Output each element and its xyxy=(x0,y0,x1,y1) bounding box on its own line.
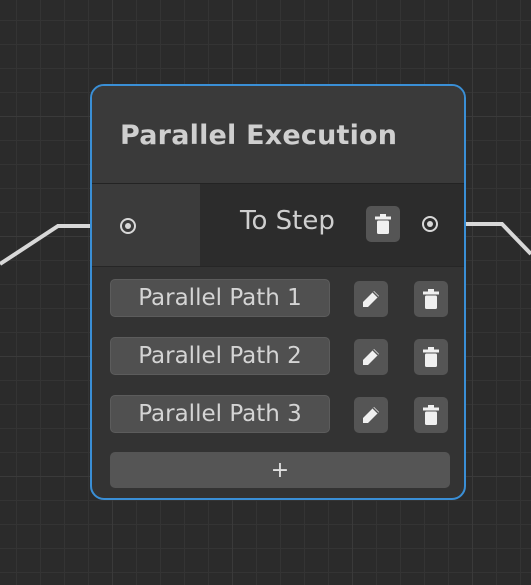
incoming-connection-wire xyxy=(0,224,100,266)
pencil-icon xyxy=(363,407,379,423)
delete-path-button[interactable] xyxy=(414,281,448,317)
parallel-path-row: Parallel Path 3 xyxy=(110,395,464,453)
output-port-icon[interactable] xyxy=(422,216,438,232)
pencil-icon xyxy=(363,291,379,307)
parallel-path-button[interactable]: Parallel Path 3 xyxy=(110,395,330,433)
pencil-icon xyxy=(363,349,379,365)
add-parallel-path-button[interactable]: + xyxy=(110,452,450,488)
trash-icon xyxy=(423,347,439,367)
trash-icon xyxy=(423,289,439,309)
edit-path-button[interactable] xyxy=(354,281,388,317)
parallel-execution-node[interactable]: Parallel Execution To Step Parallel Path… xyxy=(90,84,466,500)
delete-path-button[interactable] xyxy=(414,339,448,375)
trash-icon xyxy=(375,214,391,234)
input-port-icon[interactable] xyxy=(120,218,136,234)
parallel-path-button[interactable]: Parallel Path 1 xyxy=(110,279,330,317)
trash-icon xyxy=(423,405,439,425)
input-port-area xyxy=(92,184,200,266)
node-ports: To Step xyxy=(92,184,464,267)
delete-path-button[interactable] xyxy=(414,397,448,433)
output-port-area: To Step xyxy=(200,184,464,266)
parallel-path-button[interactable]: Parallel Path 2 xyxy=(110,337,330,375)
parallel-paths-list: Parallel Path 1 Parallel Path 2 Parallel… xyxy=(92,267,464,453)
parallel-path-row: Parallel Path 2 xyxy=(110,337,464,395)
to-step-label: To Step xyxy=(240,206,335,236)
parallel-path-row: Parallel Path 1 xyxy=(110,279,464,337)
edit-path-button[interactable] xyxy=(354,397,388,433)
node-title[interactable]: Parallel Execution xyxy=(92,86,464,184)
edit-path-button[interactable] xyxy=(354,339,388,375)
delete-output-button[interactable] xyxy=(366,206,400,242)
